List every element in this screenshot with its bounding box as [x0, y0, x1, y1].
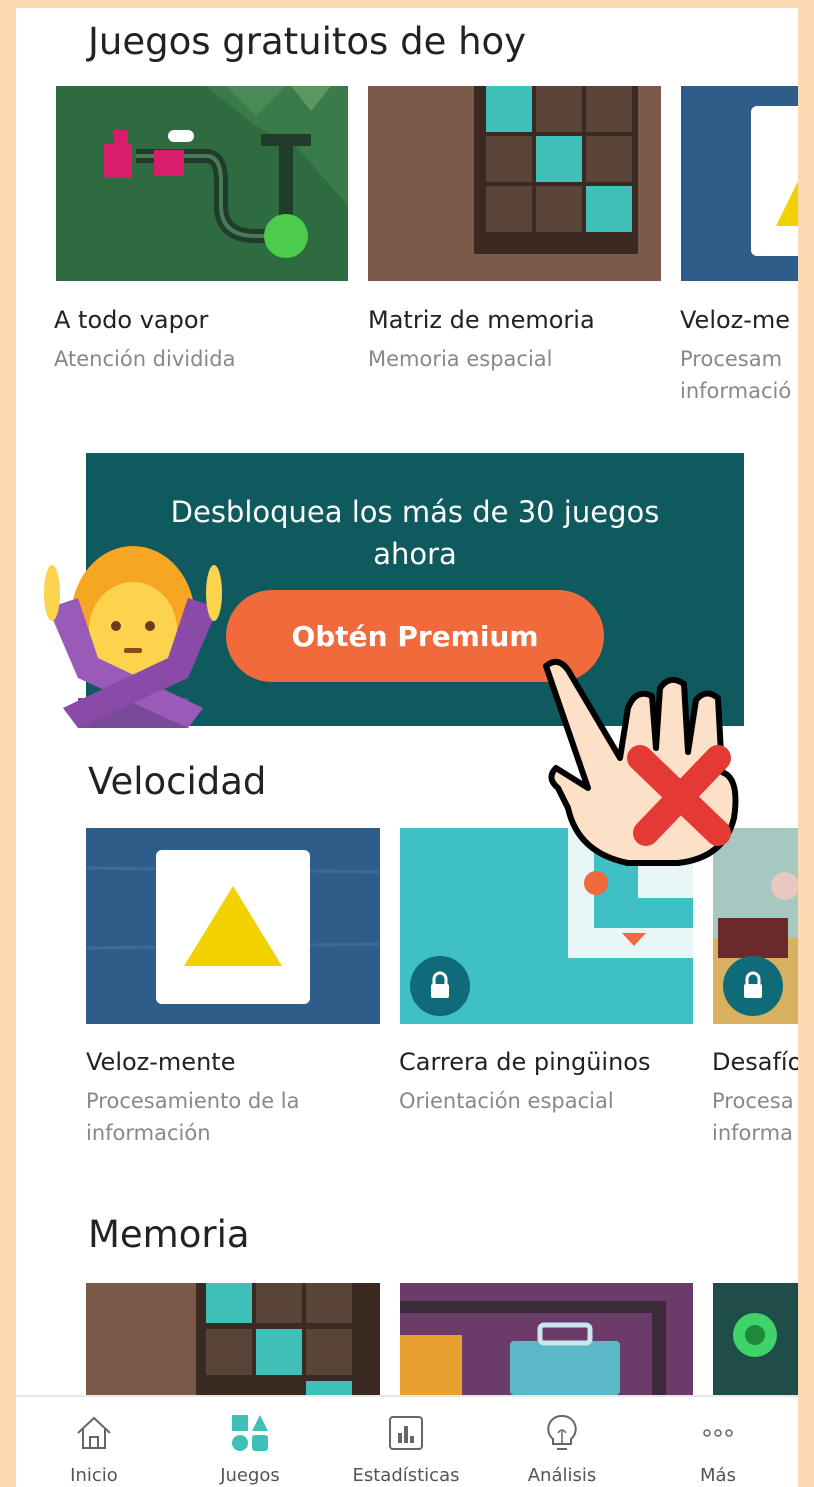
app-screen: Juegos gratuitos de hoy A todo vapor Ate…: [16, 8, 798, 1487]
lock-icon: [410, 956, 470, 1016]
game-card-a-todo-vapor[interactable]: [56, 86, 348, 281]
game-title: Carrera de pingüinos: [399, 1048, 651, 1076]
a-todo-vapor-artwork: [56, 86, 348, 281]
bottom-tab-bar: Inicio Juegos Estadísticas Análisis Más: [16, 1395, 798, 1487]
stats-icon: [389, 1416, 423, 1450]
game-category: Atención dividida: [54, 347, 236, 371]
game-category: Memoria espacial: [368, 347, 553, 371]
game-card-veloz-mente[interactable]: [86, 828, 380, 1024]
lightbulb-icon: [547, 1414, 577, 1450]
suitcase-game-artwork: [400, 1283, 693, 1395]
game-category: Procesamiento de la: [86, 1089, 300, 1113]
game-category: Procesa: [712, 1089, 794, 1113]
game-category: informació: [680, 379, 792, 403]
game-card-memory-1[interactable]: [86, 1283, 380, 1395]
game-card-matriz-de-memoria[interactable]: [368, 86, 661, 281]
hand-with-red-x-icon: [528, 648, 758, 868]
tab-label: Análisis: [527, 1465, 597, 1486]
game-category: información: [86, 1121, 211, 1145]
section-title-memory: Memoria: [88, 1213, 250, 1256]
veloz-mente-artwork: [86, 828, 380, 1024]
memory-matrix-artwork: [86, 1283, 380, 1395]
section-title-speed: Velocidad: [88, 760, 267, 803]
game-title: Matriz de memoria: [368, 306, 595, 334]
tab-juegos[interactable]: Juegos: [172, 1397, 328, 1487]
banner-line-1: Desbloquea los más de 30 juegos: [170, 495, 660, 529]
tab-label: Estadísticas: [352, 1465, 460, 1486]
section-title-free-today: Juegos gratuitos de hoy: [88, 20, 527, 63]
game-title: A todo vapor: [54, 306, 209, 334]
flower-game-artwork: [713, 1283, 798, 1395]
more-icon: [703, 1429, 733, 1437]
tab-label: Más: [700, 1465, 736, 1486]
tab-label: Juegos: [220, 1465, 280, 1486]
woman-crossed-arms-emoji: [38, 538, 228, 728]
game-category: informa: [712, 1121, 793, 1145]
matriz-de-memoria-artwork: [368, 86, 661, 281]
tab-mas[interactable]: Más: [640, 1397, 796, 1487]
game-title: Veloz-mente: [86, 1048, 236, 1076]
game-card-memory-2[interactable]: [400, 1283, 693, 1395]
veloz-mente-artwork: [681, 86, 798, 281]
game-title: Veloz-me: [680, 306, 791, 334]
game-card-memory-3[interactable]: [713, 1283, 798, 1395]
game-title: Desafío: [712, 1048, 798, 1076]
tab-estadisticas[interactable]: Estadísticas: [328, 1397, 484, 1487]
tab-label: Inicio: [70, 1465, 118, 1486]
lock-icon: [723, 956, 783, 1016]
game-card-veloz-mente-free[interactable]: [681, 86, 798, 281]
tab-inicio[interactable]: Inicio: [16, 1397, 172, 1487]
tab-analisis[interactable]: Análisis: [484, 1397, 640, 1487]
game-category: Orientación espacial: [399, 1089, 614, 1113]
game-category: Procesam: [680, 347, 783, 371]
home-icon: [77, 1416, 111, 1449]
games-icon: [232, 1415, 268, 1451]
